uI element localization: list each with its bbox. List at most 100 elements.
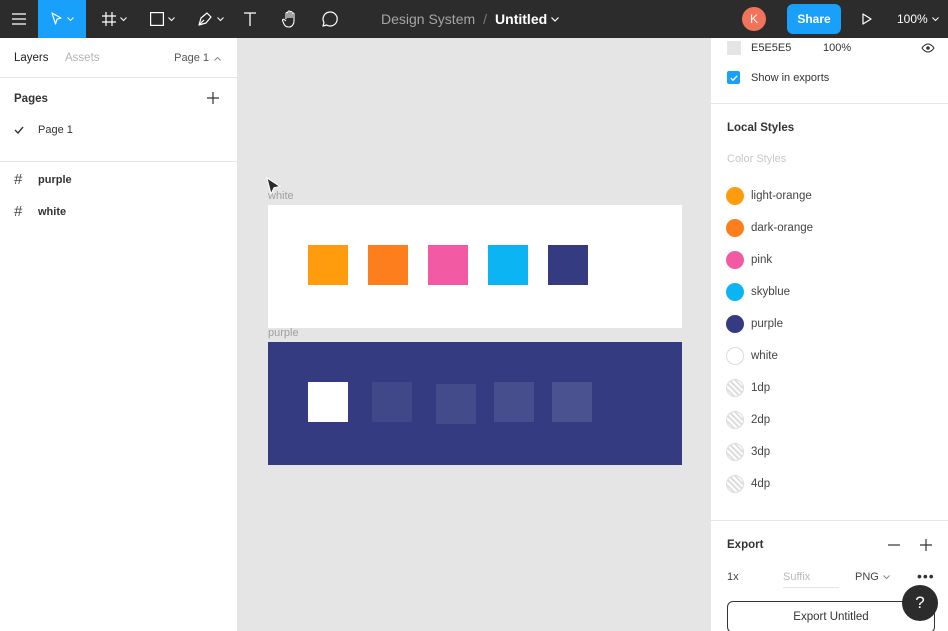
export-suffix-input[interactable]: Suffix (783, 571, 839, 588)
pen-tool-icon (197, 12, 212, 26)
transparent-color-dot (726, 475, 744, 493)
color-dot (726, 187, 744, 205)
style-item-4dp[interactable]: 4dp (726, 475, 770, 493)
tab-assets[interactable]: Assets (65, 52, 100, 64)
frame-label-purple[interactable]: purple (268, 327, 299, 339)
swatch-purple[interactable] (548, 245, 588, 285)
style-item-skyblue[interactable]: skyblue (726, 283, 790, 301)
fill-opacity-value[interactable]: 100% (823, 42, 851, 54)
divider (711, 520, 948, 521)
fill-hex-value[interactable]: E5E5E5 (751, 42, 823, 54)
swatch-white[interactable] (308, 382, 348, 422)
transparent-color-dot (726, 379, 744, 397)
chevron-down-icon (66, 16, 74, 21)
layer-item-white[interactable]: # white (14, 203, 66, 220)
swatch-1dp[interactable] (372, 382, 412, 422)
remove-export-button[interactable] (884, 535, 904, 555)
comment-tool-icon (322, 11, 338, 27)
frame-icon: # (14, 171, 23, 188)
swatch-4dp[interactable] (552, 382, 592, 422)
more-options-icon[interactable]: ••• (917, 568, 935, 584)
export-heading: Export (727, 539, 764, 551)
style-item-dark-orange[interactable]: dark-orange (726, 219, 813, 237)
style-name: 1dp (751, 382, 771, 394)
present-button[interactable] (856, 0, 878, 38)
color-styles-label: Color Styles (727, 153, 787, 165)
page-item-label: Page 1 (38, 124, 73, 136)
style-name: 3dp (751, 446, 771, 458)
fill-color-chip[interactable] (727, 41, 741, 55)
tab-layers[interactable]: Layers (14, 52, 49, 64)
frame-tool-icon (101, 12, 116, 26)
pages-heading: Pages (14, 93, 48, 105)
help-button[interactable]: ? (902, 585, 938, 621)
style-name: skyblue (751, 286, 790, 298)
pages-section: Pages Page 1 (0, 78, 237, 162)
add-page-button[interactable] (203, 88, 223, 108)
text-tool-button[interactable] (238, 0, 262, 38)
style-name: purple (751, 318, 783, 330)
layer-label: white (38, 205, 67, 218)
color-dot (726, 251, 744, 269)
style-name: light-orange (751, 190, 812, 202)
pen-tool-button[interactable] (192, 0, 228, 38)
page-selector[interactable]: Page 1 (174, 52, 221, 64)
move-tool-button[interactable] (38, 0, 86, 38)
user-avatar[interactable]: K (742, 7, 766, 31)
shape-tool-button[interactable] (144, 0, 180, 38)
chevron-down-icon[interactable] (551, 16, 560, 22)
swatch-2dp[interactable] (436, 384, 476, 424)
swatch-dark-orange[interactable] (368, 245, 408, 285)
frame-purple[interactable] (268, 342, 682, 465)
background-fill-row[interactable]: E5E5E5 100% (727, 40, 937, 56)
swatch-3dp[interactable] (494, 382, 534, 422)
eye-icon[interactable] (921, 43, 935, 53)
show-in-exports-label: Show in exports (751, 71, 830, 84)
main-menu-button[interactable] (0, 0, 38, 38)
frame-white[interactable] (268, 205, 682, 328)
chevron-down-icon (882, 574, 890, 579)
title-separator: / (483, 11, 488, 27)
check-icon (14, 126, 24, 134)
export-format-select[interactable]: PNG (855, 571, 890, 583)
color-dot (726, 315, 744, 333)
left-panel-tabs: Layers Assets Page 1 (0, 38, 237, 78)
swatch-skyblue[interactable] (488, 245, 528, 285)
style-item-pink[interactable]: pink (726, 251, 772, 269)
style-item-2dp[interactable]: 2dp (726, 411, 770, 429)
style-item-3dp[interactable]: 3dp (726, 443, 770, 461)
export-format-value: PNG (855, 571, 879, 583)
comment-tool-button[interactable] (317, 0, 343, 38)
style-item-light-orange[interactable]: light-orange (726, 187, 812, 205)
hand-tool-button[interactable] (277, 0, 303, 38)
mouse-cursor-icon (266, 177, 282, 196)
add-export-button[interactable] (916, 535, 936, 555)
move-tool-icon (50, 12, 62, 25)
share-button[interactable]: Share (787, 4, 841, 34)
zoom-control[interactable]: 100% (897, 0, 939, 38)
show-in-exports-checkbox[interactable] (727, 71, 740, 84)
show-in-exports-row[interactable]: Show in exports (727, 71, 829, 84)
hand-tool-icon (282, 10, 295, 28)
top-toolbar: Design System / Untitled K Share 100% (0, 0, 948, 38)
style-item-1dp[interactable]: 1dp (726, 379, 770, 397)
swatch-light-orange[interactable] (308, 245, 348, 285)
layer-item-purple[interactable]: # purple (14, 171, 72, 188)
right-panel: E5E5E5 100% Show in exports Local Styles… (710, 38, 948, 631)
file-title: Design System / Untitled (381, 0, 560, 38)
frame-icon: # (14, 203, 23, 220)
chevron-down-icon (216, 16, 224, 21)
local-styles-heading: Local Styles (727, 122, 795, 134)
style-name: dark-orange (751, 222, 814, 234)
page-item[interactable]: Page 1 (14, 124, 73, 136)
project-name[interactable]: Design System (381, 11, 475, 27)
export-scale-select[interactable]: 1x (727, 571, 739, 583)
swatch-pink[interactable] (428, 245, 468, 285)
frame-tool-button[interactable] (96, 0, 132, 38)
style-item-white[interactable]: white (726, 347, 778, 365)
style-item-purple[interactable]: purple (726, 315, 783, 333)
menu-icon (12, 13, 26, 25)
left-panel: Layers Assets Page 1 Pages Page 1 # purp… (0, 38, 238, 631)
file-name[interactable]: Untitled (495, 11, 547, 27)
color-dot (726, 219, 744, 237)
